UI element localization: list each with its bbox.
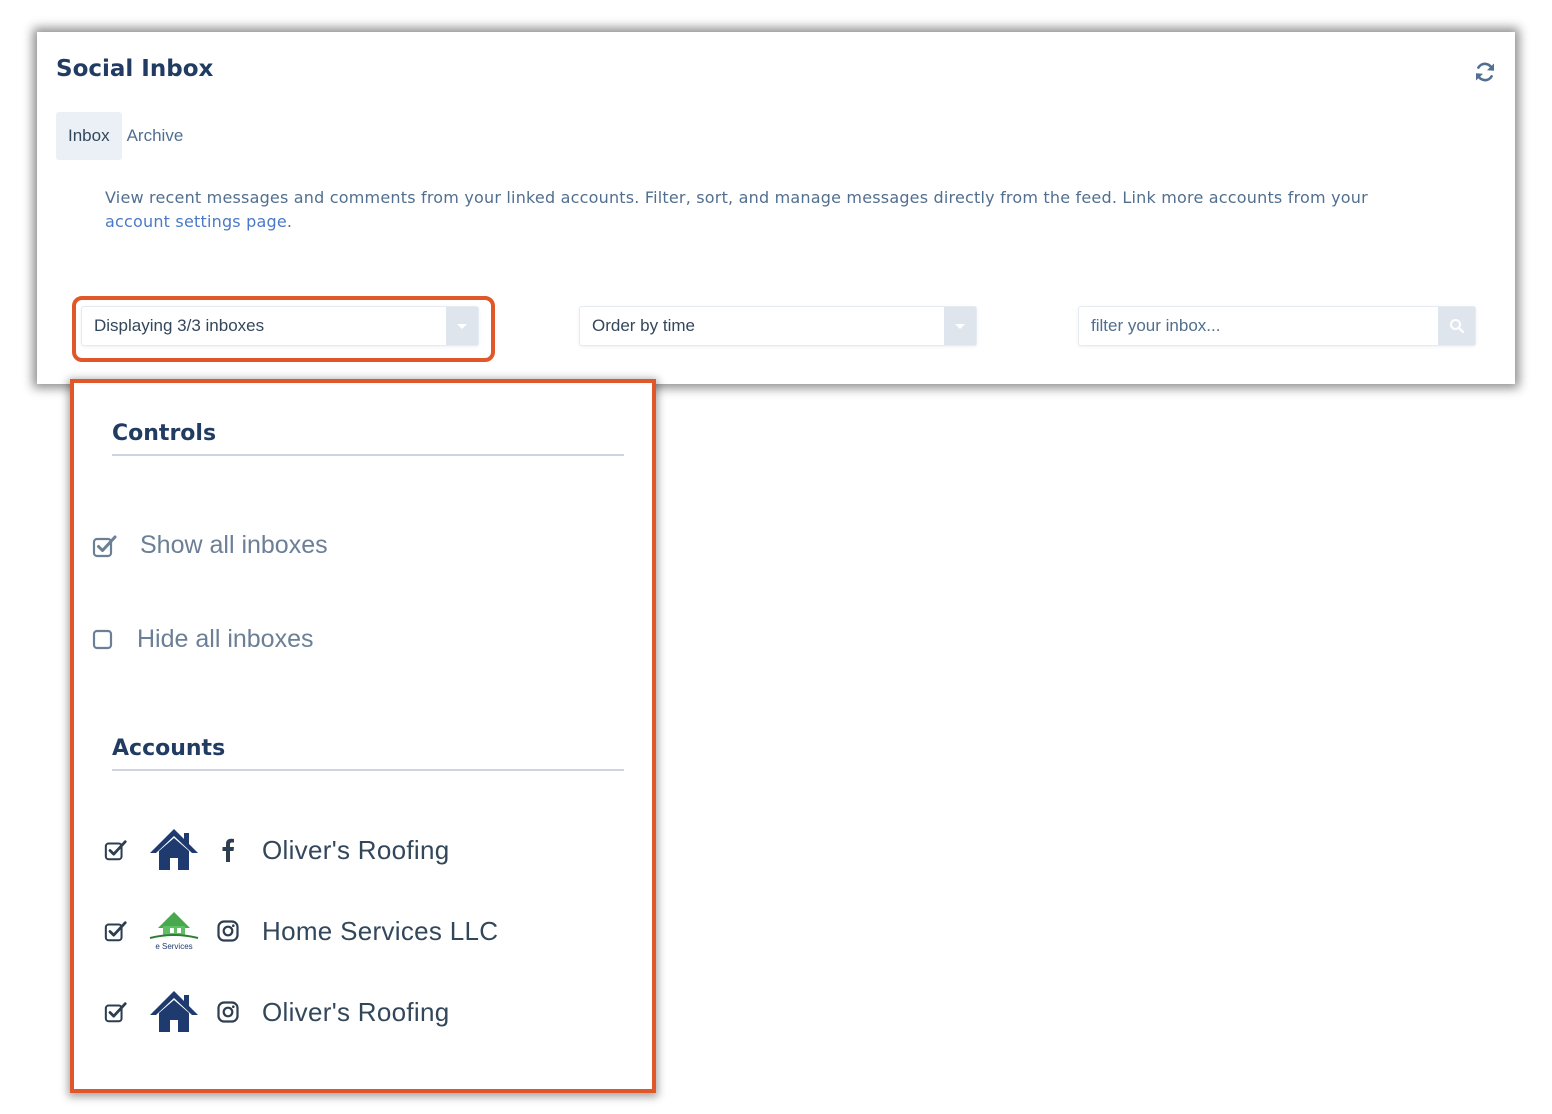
house-logo-icon: [148, 989, 200, 1035]
show-all-inboxes-label: Show all inboxes: [140, 531, 328, 559]
inbox-description: View recent messages and comments from y…: [105, 186, 1435, 234]
instagram-icon: [216, 919, 240, 943]
accounts-heading: Accounts: [112, 736, 226, 761]
description-suffix: .: [286, 212, 293, 231]
account-item[interactable]: Oliver's Roofing: [104, 989, 450, 1035]
search-input[interactable]: [1079, 307, 1439, 345]
instagram-icon: [216, 1000, 240, 1024]
checkbox-checked-icon[interactable]: [104, 838, 128, 862]
search-icon[interactable]: [1438, 307, 1475, 345]
tab-archive[interactable]: Archive: [122, 112, 189, 160]
checkbox-unchecked-icon[interactable]: [92, 629, 114, 651]
account-item[interactable]: e Services Home Services LLC: [104, 908, 498, 954]
account-item[interactable]: Oliver's Roofing: [104, 827, 450, 873]
checkbox-checked-icon[interactable]: [92, 533, 118, 559]
home-services-logo-icon: e Services: [148, 908, 200, 954]
accounts-divider: [112, 769, 624, 771]
refresh-icon[interactable]: [1473, 60, 1497, 84]
account-name: Home Services LLC: [262, 915, 499, 946]
facebook-icon: [216, 838, 240, 862]
checkbox-checked-icon[interactable]: [104, 1000, 128, 1024]
controls-divider: [112, 454, 624, 456]
hide-all-inboxes-label: Hide all inboxes: [137, 625, 314, 653]
show-all-inboxes-option[interactable]: Show all inboxes: [92, 531, 328, 560]
tab-inbox[interactable]: Inbox: [56, 112, 122, 160]
account-settings-link[interactable]: account settings page: [105, 212, 287, 231]
inbox-dropdown-menu: Controls Show all inboxes Hide all inbox…: [70, 379, 656, 1093]
description-text: View recent messages and comments from y…: [105, 188, 1368, 207]
account-name: Oliver's Roofing: [262, 834, 450, 865]
hide-all-inboxes-option[interactable]: Hide all inboxes: [92, 625, 314, 654]
page-title: Social Inbox: [56, 56, 214, 82]
tab-bar: Inbox Archive: [56, 112, 188, 160]
inbox-select-highlight: [72, 296, 495, 362]
order-select[interactable]: Order by time: [579, 306, 977, 346]
chevron-down-icon: [944, 307, 976, 345]
home-services-logo-text: e Services: [155, 942, 192, 951]
controls-heading: Controls: [112, 421, 217, 446]
house-logo-icon: [148, 827, 200, 873]
inbox-search: [1078, 306, 1476, 346]
account-name: Oliver's Roofing: [262, 996, 450, 1027]
checkbox-checked-icon[interactable]: [104, 919, 128, 943]
order-select-value: Order by time: [592, 316, 695, 335]
